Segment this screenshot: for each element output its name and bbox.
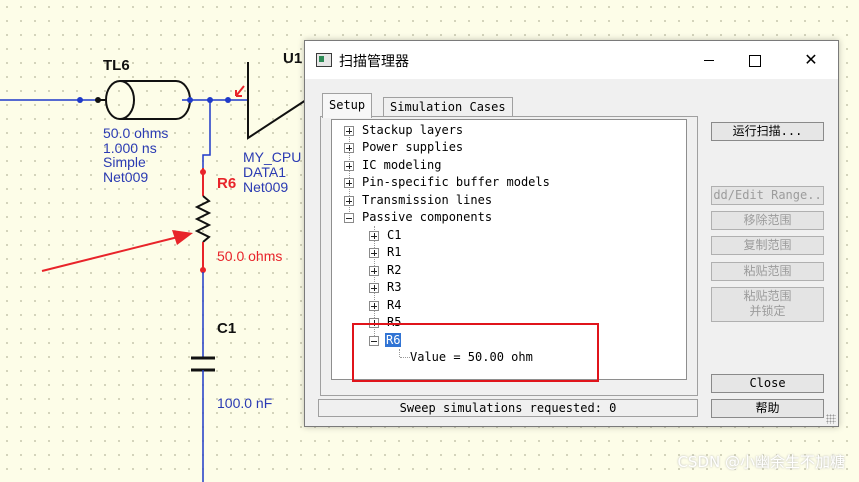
expand-icon[interactable] xyxy=(344,126,354,136)
u1-net: Net009 xyxy=(243,179,289,195)
maximize-button[interactable] xyxy=(732,41,778,79)
tree-child[interactable]: C1 xyxy=(369,227,401,244)
c1-ref: C1 xyxy=(217,320,237,337)
annotation-highlight-box xyxy=(352,323,599,382)
expand-icon[interactable] xyxy=(344,161,354,171)
copy-range-button[interactable]: 复制范围 xyxy=(711,236,824,255)
minimize-button[interactable] xyxy=(686,41,732,79)
tree-item-label: Power supplies xyxy=(362,140,464,154)
tree-child[interactable]: R2 xyxy=(369,262,401,279)
collapse-icon[interactable] xyxy=(344,213,354,223)
u1-part: MY_CPU xyxy=(243,149,302,165)
tree-child-label: R1 xyxy=(387,245,402,259)
app-icon xyxy=(316,53,332,67)
c1-symbol xyxy=(191,356,215,372)
tree-child[interactable]: R1 xyxy=(369,244,401,261)
resize-grip-icon[interactable] xyxy=(826,414,836,424)
tree-item[interactable]: IC modeling xyxy=(344,157,441,174)
tab-setup[interactable]: Setup xyxy=(322,93,373,118)
close-window-button[interactable]: ✕ xyxy=(788,41,834,79)
expand-icon[interactable] xyxy=(369,248,379,258)
tree-item[interactable]: Stackup layers xyxy=(344,122,463,139)
tl6-ref: TL6 xyxy=(103,57,130,74)
tree-child-label: R2 xyxy=(387,263,402,277)
remove-range-button[interactable]: 移除范围 xyxy=(711,211,824,230)
pin-dot xyxy=(187,97,193,103)
status-bar: Sweep simulations requested: 0 xyxy=(318,399,698,417)
annotation-arrowhead xyxy=(172,230,193,245)
tl6-symbol xyxy=(100,80,191,120)
driver-symbol xyxy=(247,62,307,140)
expand-icon[interactable] xyxy=(344,178,354,188)
minimize-icon xyxy=(704,60,714,61)
maximize-icon xyxy=(749,54,761,67)
tree-child-label: R3 xyxy=(387,280,402,294)
paste-lock-line1: 粘贴范围 xyxy=(743,289,792,303)
watermark: CSDN @小幽余生不加糖 xyxy=(677,453,845,471)
tree-item[interactable]: Transmission lines xyxy=(344,192,492,209)
u1-ref: U1 xyxy=(283,50,303,67)
add-edit-range-button[interactable]: dd/Edit Range.. xyxy=(711,186,824,205)
tree-item[interactable]: Pin-specific buffer models xyxy=(344,174,550,191)
wire-down xyxy=(202,100,211,168)
tree-item-label: Stackup layers xyxy=(362,123,464,137)
tree-item-label: Pin-specific buffer models xyxy=(362,175,550,189)
tree-child[interactable]: R4 xyxy=(369,297,401,314)
tree-child[interactable]: R3 xyxy=(369,279,401,296)
annotation-arrow-line xyxy=(41,236,179,272)
tree-child-label: C1 xyxy=(387,228,402,242)
tree-item-label: Transmission lines xyxy=(362,193,493,207)
tree-item-label: IC modeling xyxy=(362,158,442,172)
r6-ref: R6 xyxy=(217,175,237,192)
paste-range-button[interactable]: 粘贴范围 xyxy=(711,262,824,281)
pin-dot xyxy=(77,97,83,103)
expand-icon[interactable] xyxy=(369,231,379,241)
probe-arrow xyxy=(235,85,245,97)
expand-icon[interactable] xyxy=(369,301,379,311)
dialog-title: 扫描管理器 xyxy=(339,54,409,70)
paste-lock-line2: 并锁定 xyxy=(749,304,786,318)
u1-pin: DATA1 xyxy=(243,164,287,180)
tree-item[interactable]: Power supplies xyxy=(344,139,463,156)
close-icon: ✕ xyxy=(804,50,818,69)
tl6-impedance: 50.0 ohms xyxy=(103,125,169,141)
run-sweep-button[interactable]: 运行扫描... xyxy=(711,122,824,141)
c1-value: 100.0 nF xyxy=(217,395,273,411)
help-button[interactable]: 帮助 xyxy=(711,399,824,418)
r6-symbol xyxy=(194,168,212,273)
expand-icon[interactable] xyxy=(369,266,379,276)
tree-child-label: R4 xyxy=(387,298,402,312)
r6-value: 50.0 ohms xyxy=(217,248,283,264)
expand-icon[interactable] xyxy=(344,196,354,206)
tl6-model: Simple xyxy=(103,154,146,170)
title-bar[interactable]: 扫描管理器 ✕ xyxy=(305,41,838,79)
paste-lock-range-button[interactable]: 粘贴范围 并锁定 xyxy=(711,287,824,322)
tab-simulation-cases[interactable]: Simulation Cases xyxy=(383,97,513,117)
expand-icon[interactable] xyxy=(344,143,354,153)
close-button[interactable]: Close xyxy=(711,374,824,393)
pin-dot xyxy=(225,97,231,103)
tree-item-passive[interactable]: Passive components xyxy=(344,209,492,226)
tl6-net: Net009 xyxy=(103,169,149,185)
tree-item-label: Passive components xyxy=(362,210,493,224)
expand-icon[interactable] xyxy=(369,283,379,293)
